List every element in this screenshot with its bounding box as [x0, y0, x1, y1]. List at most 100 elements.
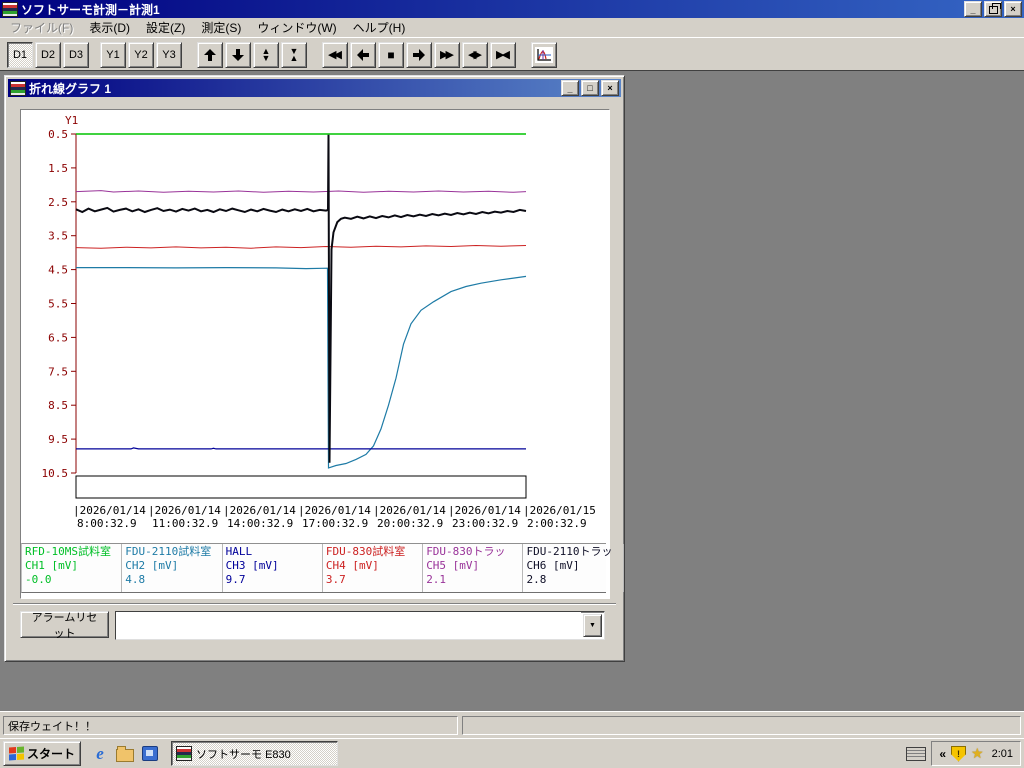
- graph-minimize-button[interactable]: _: [561, 80, 579, 96]
- toolbar-d1-button[interactable]: D1: [7, 42, 33, 68]
- channel-label: CH6 [mV]: [526, 559, 622, 573]
- toolbar-d2-button[interactable]: D2: [35, 42, 61, 68]
- channel-name: FDU-2110試料室: [125, 545, 221, 559]
- x-tick-label-time: 20:00:32.9: [377, 517, 443, 530]
- chart-icon: [535, 47, 553, 63]
- channel-name: FDU-2110トラッ: [526, 545, 622, 559]
- graph-window-icon: [10, 81, 26, 96]
- minimize-icon: _: [970, 5, 975, 15]
- toolbar-d3-button[interactable]: D3: [63, 42, 89, 68]
- toolbar-y2-button[interactable]: Y2: [128, 42, 154, 68]
- restore-button[interactable]: [984, 1, 1002, 17]
- y-tick-label: 6.5: [48, 331, 68, 344]
- fast-rewind-icon: ◀◀: [328, 49, 339, 61]
- x-tick-label-date: |2026/01/14: [73, 504, 146, 517]
- graph-panel: Y1 0.51.52.53.54.55.56.57.58.59.510.5|20…: [20, 109, 610, 599]
- y-tick-label: 8.5: [48, 399, 68, 412]
- channel-value: 2.1: [426, 573, 522, 587]
- scroll-up-button[interactable]: [197, 42, 223, 68]
- minimize-button[interactable]: _: [964, 1, 982, 17]
- fast-forward-icon: ▶▶: [440, 49, 451, 61]
- collapse-horizontal-icon: ▶◀: [496, 49, 507, 61]
- channel-value: 4.8: [125, 573, 221, 587]
- taskbar: スタート e ソフトサーモ E830 « ! ★ 2:01: [0, 738, 1024, 768]
- channel-value: 9.7: [226, 573, 322, 587]
- fast-forward-button[interactable]: ▶▶: [434, 42, 460, 68]
- main-window-title: ソフトサーモ計測－計測1: [21, 1, 962, 18]
- channel-name: HALL: [226, 545, 322, 559]
- star-icon[interactable]: ★: [971, 745, 984, 762]
- restore-icon: [989, 6, 998, 14]
- x-tick-label-time: 11:00:32.9: [152, 517, 218, 530]
- x-tick-label-time: 17:00:32.9: [302, 517, 368, 530]
- y-tick-label: 4.5: [48, 264, 68, 277]
- arrow-left-icon: [356, 48, 370, 62]
- scroll-right-button[interactable]: [406, 42, 432, 68]
- x-tick-label-date: |2026/01/14: [298, 504, 371, 517]
- stop-button[interactable]: ■: [378, 42, 404, 68]
- legend-cell-ch5: FDU-830トラッ CH5 [mV] 2.1: [423, 544, 523, 592]
- channel-name: RFD-10MS試料室: [25, 545, 121, 559]
- legend-cell-ch2: FDU-2110試料室 CH2 [mV] 4.8: [122, 544, 222, 592]
- graph-maximize-button[interactable]: □: [581, 80, 599, 96]
- x-tick-label-time: 14:00:32.9: [227, 517, 293, 530]
- graph-view-button[interactable]: [531, 42, 557, 68]
- start-button[interactable]: スタート: [3, 741, 81, 766]
- alarm-combobox[interactable]: ▼: [115, 611, 605, 640]
- menu-file[interactable]: ファイル(F): [2, 17, 81, 38]
- keyboard-input-icon[interactable]: [906, 747, 926, 761]
- collapse-vertical-icon: ▼▲: [290, 48, 299, 62]
- time-range-box: [76, 476, 526, 498]
- toolbar-y3-button[interactable]: Y3: [156, 42, 182, 68]
- collapse-vertical-button[interactable]: ▼▲: [281, 42, 307, 68]
- alarm-reset-button[interactable]: アラームリセット: [20, 611, 109, 638]
- graph-close-button[interactable]: ×: [601, 80, 619, 96]
- taskbar-app-button[interactable]: ソフトサーモ E830: [171, 741, 338, 766]
- y-tick-label: 10.5: [42, 467, 69, 480]
- x-tick-label-time: 2:00:32.9: [527, 517, 587, 530]
- menu-view[interactable]: 表示(D): [81, 17, 138, 38]
- expand-vertical-button[interactable]: ▲▼: [253, 42, 279, 68]
- y-tick-label: 9.5: [48, 433, 68, 446]
- folder-icon[interactable]: [116, 745, 134, 763]
- y-tick-label: 3.5: [48, 230, 68, 243]
- menu-measure[interactable]: 測定(S): [193, 17, 249, 38]
- collapse-horizontal-button[interactable]: ▶◀: [490, 42, 516, 68]
- graph-window-title: 折れ線グラフ 1: [29, 80, 559, 97]
- legend-cell-ch3: HALL CH3 [mV] 9.7: [223, 544, 323, 592]
- menu-window[interactable]: ウィンドウ(W): [249, 17, 344, 38]
- expand-horizontal-icon: ◀▶: [468, 49, 479, 61]
- scroll-down-button[interactable]: [225, 42, 251, 68]
- menu-settings[interactable]: 設定(Z): [138, 17, 193, 38]
- y-tick-label: 0.5: [48, 128, 68, 141]
- screen: ソフトサーモ計測－計測1 _ × ファイル(F) 表示(D) 設定(Z) 測定(…: [0, 0, 1024, 768]
- menubar: ファイル(F) 表示(D) 設定(Z) 測定(S) ウィンドウ(W) ヘルプ(H…: [0, 18, 1024, 37]
- fast-rewind-button[interactable]: ◀◀: [322, 42, 348, 68]
- channel-legend: RFD-10MS試料室 CH1 [mV] -0.0 FDU-2110試料室 CH…: [21, 543, 606, 593]
- scroll-left-button[interactable]: [350, 42, 376, 68]
- maximize-icon: □: [587, 83, 592, 93]
- minimize-icon: _: [567, 84, 572, 94]
- legend-cell-ch4: FDU-830試料室 CH4 [mV] 3.7: [323, 544, 423, 592]
- channel-value: 3.7: [326, 573, 422, 587]
- x-tick-label-date: |2026/01/14: [448, 504, 521, 517]
- windows-logo-icon: [9, 746, 24, 760]
- alarm-combobox-dropdown[interactable]: ▼: [583, 614, 602, 637]
- channel-label: CH4 [mV]: [326, 559, 422, 573]
- tray-clock: 2:01: [989, 748, 1013, 760]
- toolbar-y1-button[interactable]: Y1: [100, 42, 126, 68]
- arrow-up-icon: [203, 48, 217, 62]
- y-tick-label: 5.5: [48, 298, 68, 311]
- menu-help[interactable]: ヘルプ(H): [345, 17, 414, 38]
- tray-box: « ! ★ 2:01: [931, 741, 1021, 766]
- channel-name: FDU-830試料室: [326, 545, 422, 559]
- internet-explorer-icon[interactable]: e: [91, 745, 109, 763]
- security-shield-icon[interactable]: !: [951, 746, 966, 762]
- start-label: スタート: [27, 745, 75, 762]
- chevron-left-icon[interactable]: «: [939, 747, 946, 761]
- close-button[interactable]: ×: [1004, 1, 1022, 17]
- expand-horizontal-button[interactable]: ◀▶: [462, 42, 488, 68]
- show-desktop-icon[interactable]: [141, 745, 159, 763]
- alarm-combobox-value[interactable]: [116, 612, 581, 639]
- channel-label: CH3 [mV]: [226, 559, 322, 573]
